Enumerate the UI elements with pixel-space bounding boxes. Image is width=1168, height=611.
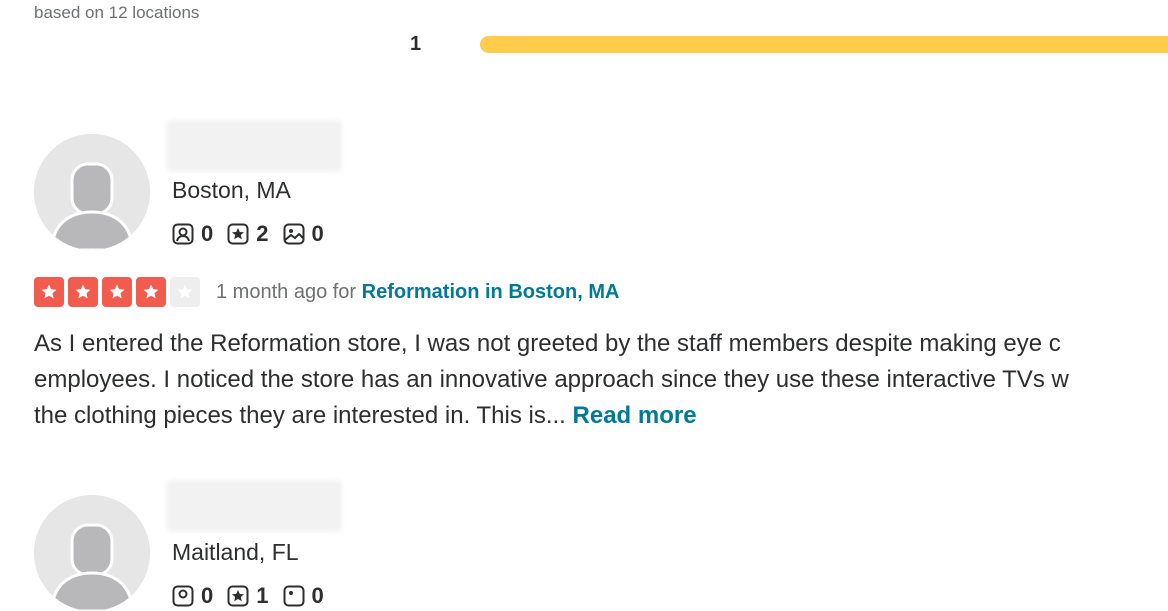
review-star-icon xyxy=(227,223,249,245)
business-link[interactable]: Reformation in Boston, MA xyxy=(362,281,620,303)
reviewer-location: Boston, MA xyxy=(172,177,291,203)
friends-stat: 0 xyxy=(172,221,213,247)
review-meta: 1 month ago for Reformation in Boston, M… xyxy=(216,281,619,304)
friends-icon xyxy=(172,585,194,607)
photos-stat: 0 xyxy=(283,583,324,609)
star-icon xyxy=(143,284,159,299)
reviewer-location: Maitland, FL xyxy=(172,539,299,565)
photos-stat: 0 xyxy=(283,221,324,247)
star-icon xyxy=(75,284,91,299)
photos-count: 0 xyxy=(311,583,324,608)
reviewer-name-redacted xyxy=(166,120,342,172)
reviewer-stats: 0 1 0 xyxy=(172,583,338,609)
reviews-stat: 2 xyxy=(227,221,269,247)
avatar-placeholder-icon xyxy=(34,134,150,250)
review-star-icon xyxy=(227,585,249,607)
review-rating-line: 1 month ago for Reformation in Boston, M… xyxy=(34,277,619,307)
star-filled xyxy=(68,277,98,307)
photo-icon xyxy=(283,223,304,245)
star-filled xyxy=(102,277,132,307)
read-more-link[interactable]: Read more xyxy=(573,402,697,429)
reviews-stat: 1 xyxy=(227,583,269,609)
reviewer-stats: 0 2 0 xyxy=(172,221,338,247)
reviewer-avatar[interactable] xyxy=(34,134,150,250)
friends-icon xyxy=(172,223,194,245)
review-time: 1 month ago for xyxy=(216,280,357,303)
avatar-placeholder-icon xyxy=(34,495,150,611)
review-text-line: As I entered the Reformation store, I wa… xyxy=(34,330,1061,357)
rating-distribution-track xyxy=(480,36,1168,53)
review-text-line: the clothing pieces they are interested … xyxy=(34,402,697,429)
reviews-count: 1 xyxy=(256,583,269,608)
friends-stat: 0 xyxy=(172,583,213,609)
star-rating xyxy=(34,277,204,307)
reviewer-name-redacted xyxy=(166,480,342,532)
rating-distribution-label: 1 xyxy=(410,33,422,55)
friends-count: 0 xyxy=(201,221,214,246)
star-filled xyxy=(34,277,64,307)
star-empty xyxy=(170,277,200,307)
star-icon xyxy=(177,284,193,299)
photo-icon xyxy=(283,585,304,607)
photos-count: 0 xyxy=(311,221,324,246)
reviewer-avatar[interactable] xyxy=(34,495,150,611)
star-filled xyxy=(136,277,166,307)
review-body: As I entered the Reformation store, I wa… xyxy=(34,326,1168,434)
review-text-line: employees. I noticed the store has an in… xyxy=(34,366,1069,393)
rating-distribution-fill xyxy=(480,36,1168,53)
star-icon xyxy=(109,284,125,299)
rating-distribution-row: 1 xyxy=(0,30,1168,60)
reviews-count: 2 xyxy=(256,221,269,246)
locations-note: based on 12 locations xyxy=(34,3,200,22)
star-icon xyxy=(41,284,57,299)
friends-count: 0 xyxy=(201,583,214,608)
